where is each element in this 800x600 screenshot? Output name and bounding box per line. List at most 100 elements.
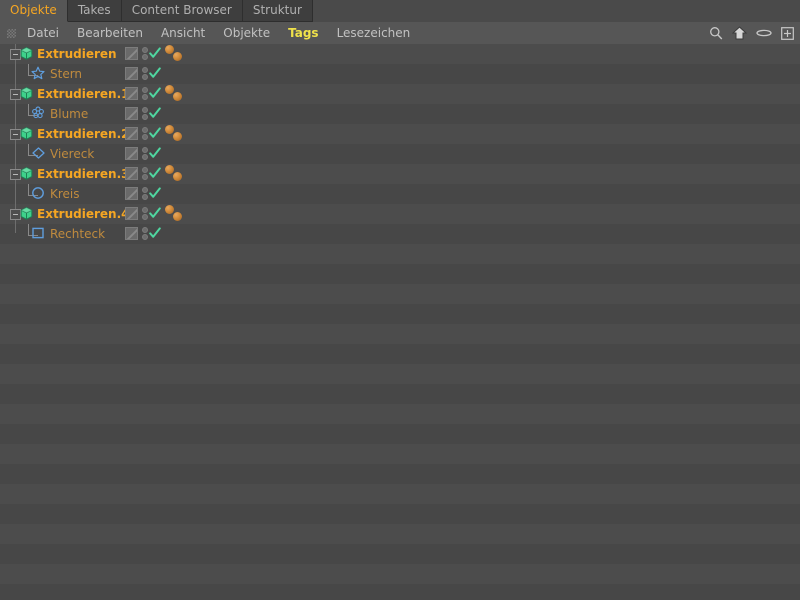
tab-struktur[interactable]: Struktur [242,0,313,22]
check-tag-icon[interactable] [149,167,161,181]
tag-cell [124,144,161,164]
menu-item-bearbeiten[interactable]: Bearbeiten [68,22,152,44]
object-label-viereck[interactable]: Viereck [50,144,94,164]
circle-spline-icon[interactable] [31,186,45,203]
sphere-tag-icon[interactable] [165,165,174,174]
texture-tag-icon[interactable] [125,167,138,180]
table-row[interactable]: Extrudieren.4 [0,204,800,224]
tag-cell [124,44,161,64]
tab-takes[interactable]: Takes [67,0,122,22]
sphere-tag-icon[interactable] [173,52,182,61]
empty-row [0,544,800,564]
empty-row [0,364,800,384]
table-row[interactable]: Extrudieren.1 [0,84,800,104]
tag-cell [124,184,161,204]
search-icon[interactable] [709,26,723,40]
texture-tag-icon[interactable] [125,47,138,60]
texture-tag-icon[interactable] [125,107,138,120]
table-row[interactable]: Extrudieren.2 [0,124,800,144]
object-tree-panel[interactable]: Extrudieren Stern Extrudieren.1 Blume Ex… [0,44,800,600]
sphere-tag-icon[interactable] [173,132,182,141]
menu-item-lesezeichen[interactable]: Lesezeichen [328,22,420,44]
empty-row [0,524,800,544]
table-row[interactable]: Extrudieren [0,44,800,64]
star-spline-icon[interactable] [31,66,45,83]
tree-cell: Extrudieren [0,44,122,64]
texture-tag-icon[interactable] [125,227,138,240]
empty-row [0,324,800,344]
tag-cell [124,224,161,244]
object-label-extrudieren-2[interactable]: Extrudieren.2 [37,124,129,144]
grip-dots-icon[interactable] [4,22,18,44]
tab-bar: Objekte Takes Content Browser Struktur [0,0,800,23]
empty-row [0,344,800,364]
check-tag-icon[interactable] [149,107,161,121]
empty-row [0,284,800,304]
rectangle-spline-icon[interactable] [31,226,45,243]
texture-tag-icon[interactable] [125,147,138,160]
check-tag-icon[interactable] [149,147,161,161]
sphere-tag-icon[interactable] [173,92,182,101]
table-row[interactable]: Rechteck [0,224,800,244]
ellipse-icon[interactable] [756,28,772,38]
empty-row [0,264,800,284]
extrude-object-icon[interactable] [19,166,34,184]
check-tag-icon[interactable] [149,227,161,241]
menu-item-datei[interactable]: Datei [18,22,68,44]
empty-row [0,584,800,600]
check-tag-icon[interactable] [149,67,161,81]
check-tag-icon[interactable] [149,127,161,141]
check-tag-icon[interactable] [149,47,161,61]
sphere-tag-icon[interactable] [165,125,174,134]
object-label-kreis[interactable]: Kreis [50,184,80,204]
tree-trunk-line [15,144,16,164]
sphere-tag-icon[interactable] [173,172,182,181]
tab-content-browser[interactable]: Content Browser [121,0,243,22]
check-tag-icon[interactable] [149,87,161,101]
extrude-object-icon[interactable] [19,206,34,224]
menu-item-objekte[interactable]: Objekte [214,22,279,44]
table-row[interactable]: Blume [0,104,800,124]
sphere-tag-icon[interactable] [173,212,182,221]
add-box-icon[interactable] [781,26,794,40]
tab-bar-filler [312,0,800,23]
object-label-extrudieren-4[interactable]: Extrudieren.4 [37,204,129,224]
table-row[interactable]: Kreis [0,184,800,204]
sphere-tag-icon[interactable] [165,45,174,54]
sphere-tag-cell [162,44,192,64]
diamond-spline-icon[interactable] [31,146,46,163]
flower-spline-icon[interactable] [31,106,45,123]
home-icon[interactable] [732,26,747,40]
texture-tag-icon[interactable] [125,127,138,140]
check-tag-icon[interactable] [149,187,161,201]
table-row[interactable]: Viereck [0,144,800,164]
object-label-extrudieren-3[interactable]: Extrudieren.3 [37,164,129,184]
object-label-blume[interactable]: Blume [50,104,88,124]
extrude-object-icon[interactable] [19,86,34,104]
menu-item-ansicht[interactable]: Ansicht [152,22,214,44]
object-label-extrudieren-1[interactable]: Extrudieren.1 [37,84,129,104]
object-label-extrudieren[interactable]: Extrudieren [37,44,117,64]
tree-cell: Kreis [0,184,122,204]
tag-cell [124,84,161,104]
menu-item-tags[interactable]: Tags [279,22,327,44]
sphere-tag-icon[interactable] [165,85,174,94]
table-row[interactable]: Extrudieren.3 [0,164,800,184]
texture-tag-icon[interactable] [125,67,138,80]
sphere-tag-icon[interactable] [165,205,174,214]
texture-tag-icon[interactable] [125,87,138,100]
tag-cell [124,104,161,124]
extrude-object-icon[interactable] [19,46,34,64]
tree-cell: Rechteck [0,224,122,244]
extrude-object-icon[interactable] [19,126,34,144]
object-label-rechteck[interactable]: Rechteck [50,224,105,244]
tab-objekte[interactable]: Objekte [0,0,68,22]
texture-tag-icon[interactable] [125,187,138,200]
object-label-stern[interactable]: Stern [50,64,82,84]
table-row[interactable]: Stern [0,64,800,84]
empty-row [0,444,800,464]
empty-row [0,504,800,524]
check-tag-icon[interactable] [149,207,161,221]
tree-cell: Extrudieren.4 [0,204,129,224]
texture-tag-icon[interactable] [125,207,138,220]
